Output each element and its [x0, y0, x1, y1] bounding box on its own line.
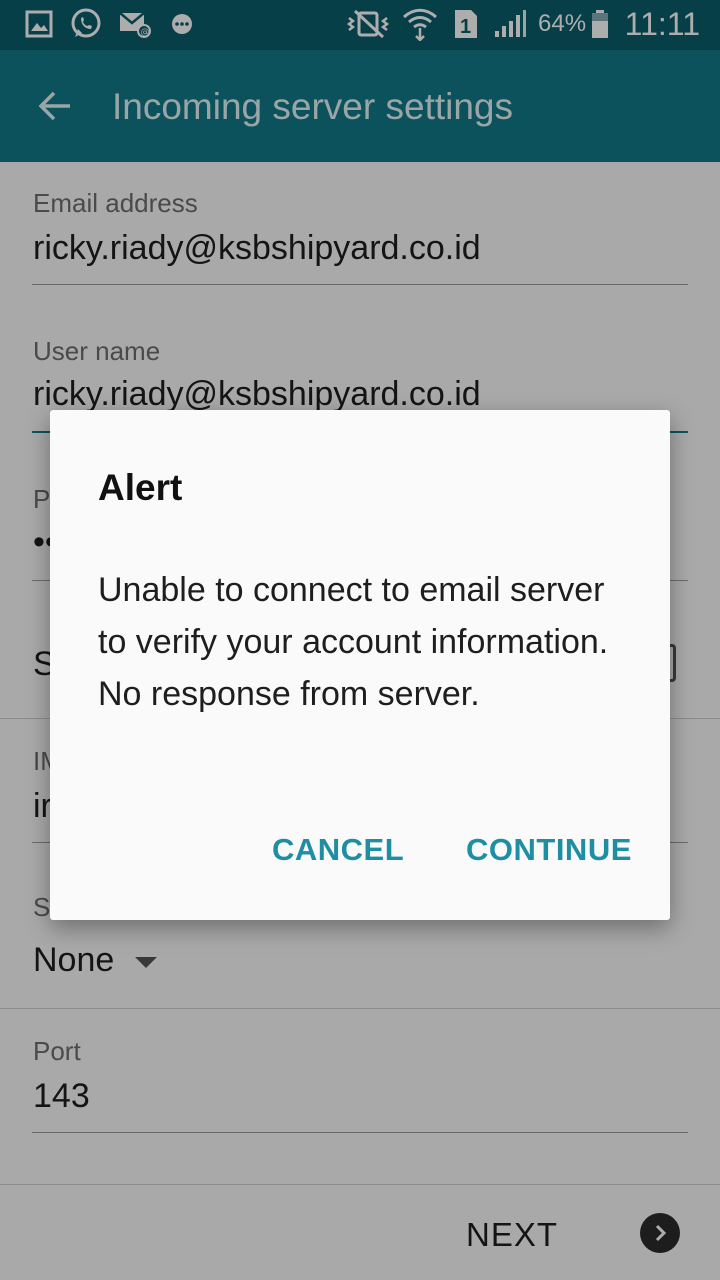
alert-dialog: Alert Unable to connect to email server … — [50, 410, 670, 920]
dialog-message: Unable to connect to email server to ver… — [98, 571, 609, 713]
continue-button[interactable]: CONTINUE — [466, 830, 632, 870]
cancel-button[interactable]: CANCEL — [272, 830, 404, 870]
dialog-title: Alert — [98, 467, 183, 508]
